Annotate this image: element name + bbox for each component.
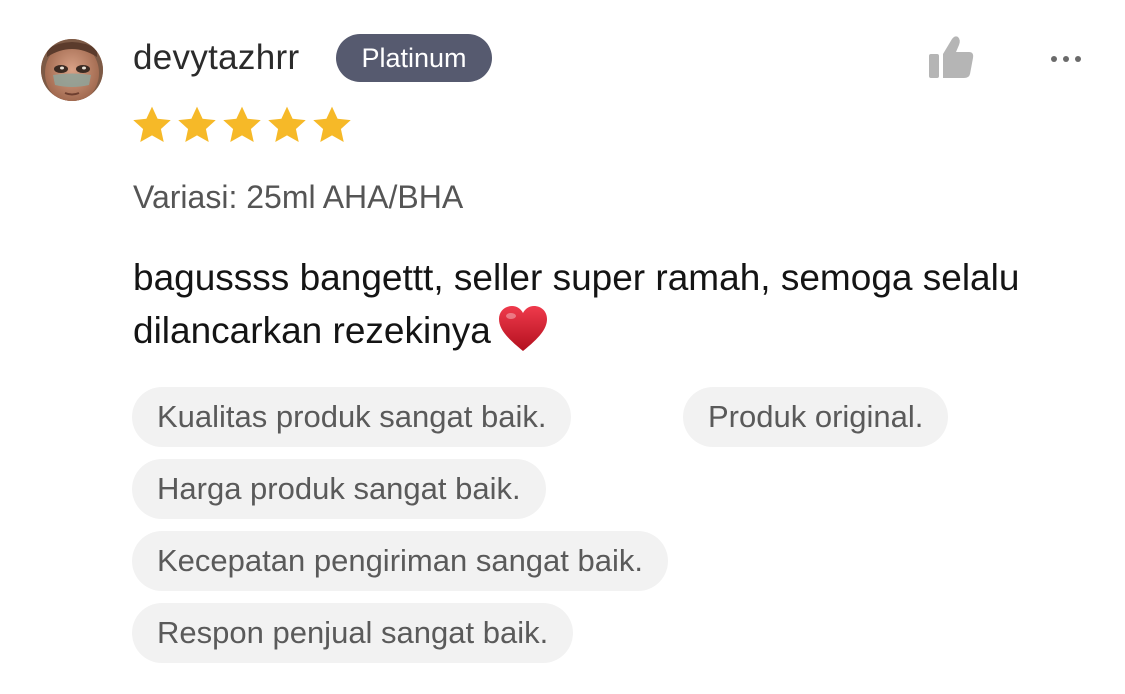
review-tag: Kualitas produk sangat baik. — [132, 387, 572, 447]
star-icon — [178, 106, 216, 142]
review-tag: Produk original. — [683, 387, 949, 447]
thumbs-up-icon — [929, 36, 974, 78]
like-button[interactable] — [925, 34, 977, 82]
heart-emoji — [498, 306, 547, 351]
star-icon — [313, 106, 351, 142]
star-rating — [131, 104, 353, 148]
star-icon — [133, 106, 171, 142]
more-options-icon — [1051, 56, 1081, 62]
review-card: devytazhrr Platinum Variasi: 25ml AHA/BH… — [0, 0, 1125, 694]
review-comment-text: bagussss bangettt, seller super ramah, s… — [133, 257, 1020, 351]
more-options-button[interactable] — [1046, 44, 1086, 74]
star-icon — [223, 106, 261, 142]
membership-badge: Platinum — [336, 34, 492, 82]
review-tag: Harga produk sangat baik. — [132, 459, 546, 519]
variation-label: Variasi: 25ml AHA/BHA — [133, 179, 464, 215]
star-icon — [268, 106, 306, 142]
review-comment: bagussss bangettt, seller super ramah, s… — [133, 252, 1093, 357]
review-tag: Kecepatan pengiriman sangat baik. — [132, 531, 668, 591]
review-tag: Respon penjual sangat baik. — [132, 603, 574, 663]
avatar-image — [41, 39, 103, 101]
avatar[interactable] — [41, 39, 103, 101]
username[interactable]: devytazhrr — [133, 38, 299, 78]
